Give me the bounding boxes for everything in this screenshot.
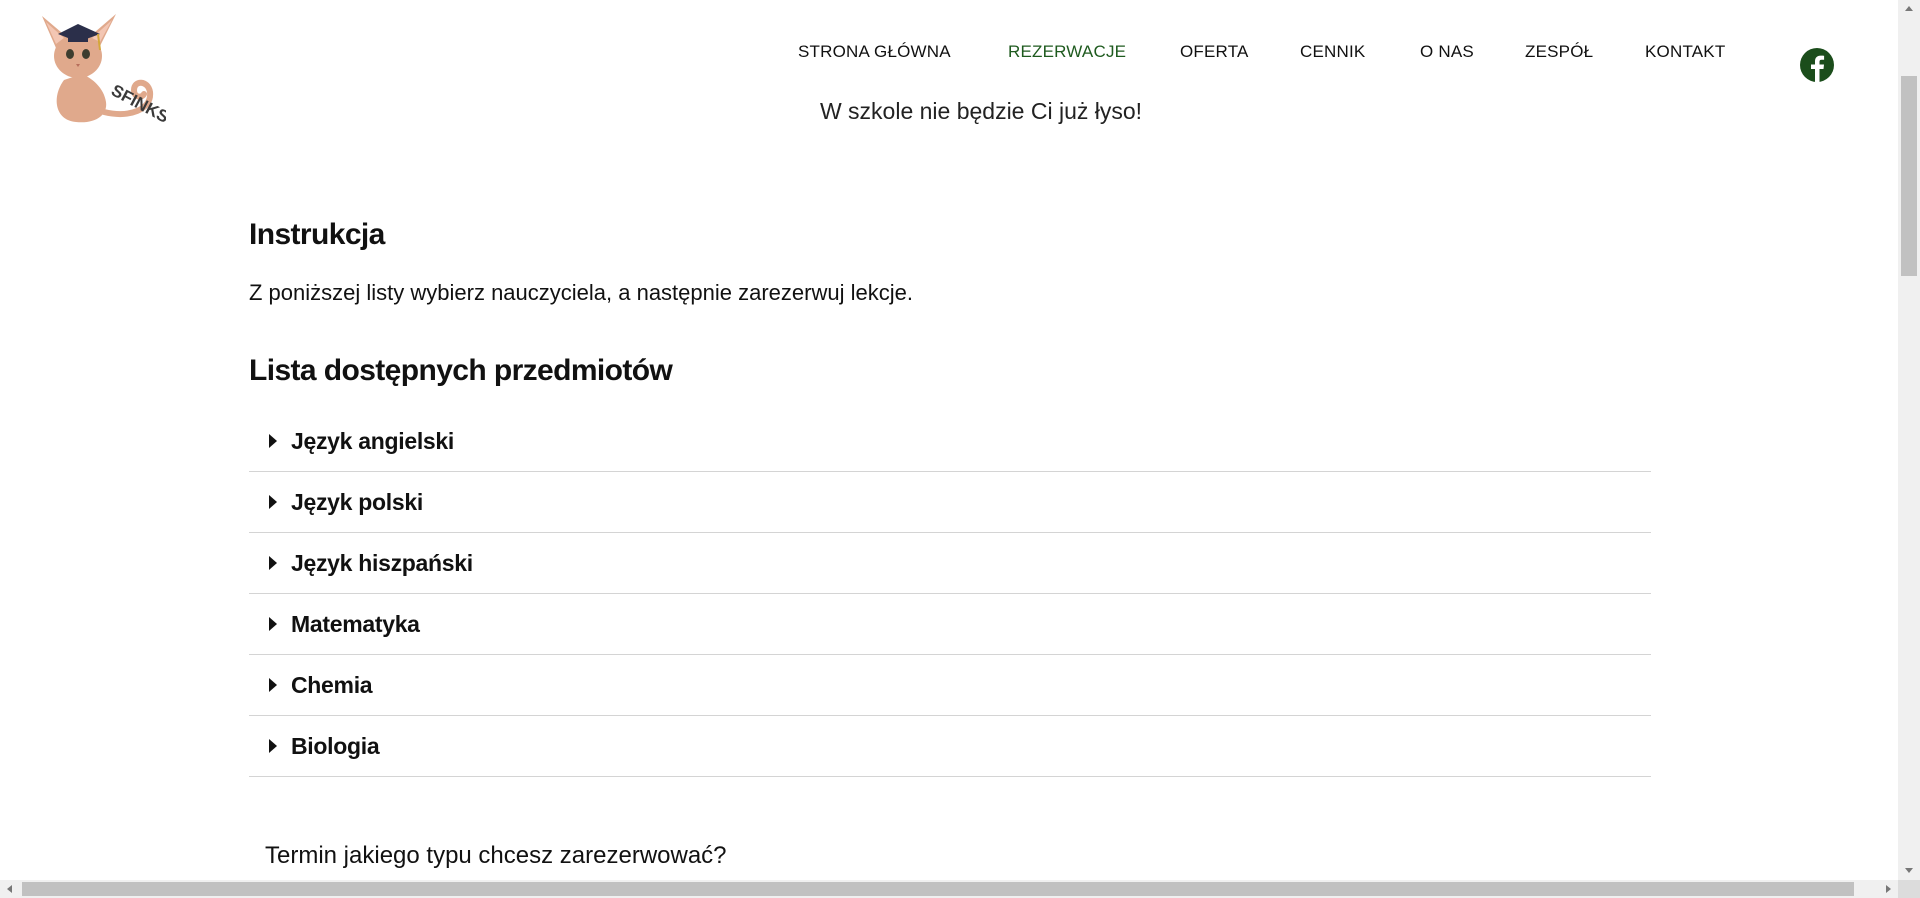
vertical-scrollbar[interactable] xyxy=(1898,0,1920,880)
scrollbar-corner xyxy=(1898,880,1920,898)
subject-item-polish[interactable]: Język polski xyxy=(249,472,1651,533)
subject-item-math[interactable]: Matematyka xyxy=(249,594,1651,655)
scroll-down-button[interactable] xyxy=(1898,862,1920,880)
horizontal-scrollbar[interactable] xyxy=(0,880,1898,898)
subject-label: Chemia xyxy=(291,671,373,698)
tagline: W szkole nie będzie Ci już łyso! xyxy=(819,98,1143,124)
subject-label: Matematyka xyxy=(291,610,420,637)
nav-pricing[interactable]: CENNIK xyxy=(1300,42,1365,62)
subject-label: Język hiszpański xyxy=(291,549,473,576)
page-viewport: SFINKS STRONA GŁÓWNA REZERWACJE OFERTA C… xyxy=(0,0,1898,880)
arrow-up-icon xyxy=(1905,6,1913,11)
caret-right-icon xyxy=(269,617,277,631)
caret-right-icon xyxy=(269,434,277,448)
arrow-right-icon xyxy=(1886,885,1891,893)
arrow-left-icon xyxy=(7,885,12,893)
subject-label: Język polski xyxy=(291,488,423,515)
vertical-scroll-thumb[interactable] xyxy=(1901,76,1917,276)
subject-item-spanish[interactable]: Język hiszpański xyxy=(249,533,1651,594)
nav-team[interactable]: ZESPÓŁ xyxy=(1525,42,1593,62)
instruction-title: Instrukcja xyxy=(249,218,385,251)
subjects-list: Język angielski Język polski Język hiszp… xyxy=(249,411,1651,777)
caret-right-icon xyxy=(269,495,277,509)
subject-label: Biologia xyxy=(291,732,380,759)
scroll-up-button[interactable] xyxy=(1898,0,1920,18)
scroll-right-button[interactable] xyxy=(1878,880,1898,898)
nav-home[interactable]: STRONA GŁÓWNA xyxy=(798,42,951,62)
subject-label: Język angielski xyxy=(291,427,454,454)
scroll-left-button[interactable] xyxy=(0,880,20,898)
nav-about[interactable]: O NAS xyxy=(1420,42,1474,62)
caret-right-icon xyxy=(269,739,277,753)
horizontal-scroll-thumb[interactable] xyxy=(22,882,1854,896)
subject-item-biology[interactable]: Biologia xyxy=(249,716,1651,777)
subject-item-english[interactable]: Język angielski xyxy=(249,411,1651,472)
nav-offer[interactable]: OFERTA xyxy=(1180,42,1249,62)
subjects-title: Lista dostępnych przedmiotów xyxy=(249,354,673,387)
facebook-icon[interactable] xyxy=(1800,48,1834,82)
booking-type-question: Termin jakiego typu chcesz zarezerwować? xyxy=(265,842,727,869)
caret-right-icon xyxy=(269,678,277,692)
caret-right-icon xyxy=(269,556,277,570)
instruction-text: Z poniższej listy wybierz nauczyciela, a… xyxy=(249,280,913,305)
nav-reservations[interactable]: REZERWACJE xyxy=(1008,42,1126,62)
subject-item-chemistry[interactable]: Chemia xyxy=(249,655,1651,716)
nav-contact[interactable]: KONTAKT xyxy=(1645,42,1725,62)
arrow-down-icon xyxy=(1905,868,1913,873)
